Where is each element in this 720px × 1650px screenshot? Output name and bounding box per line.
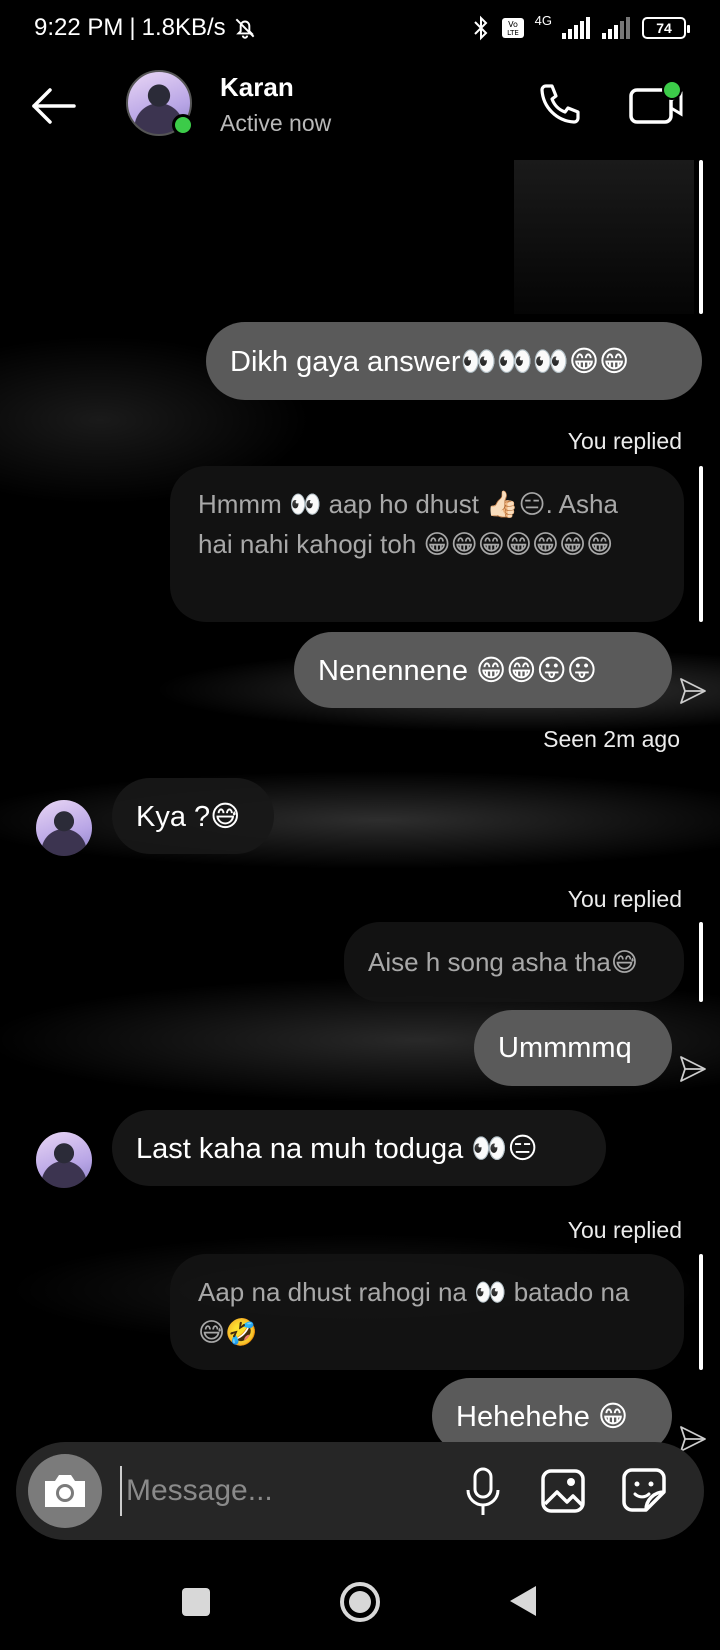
bluetooth-icon <box>473 15 488 41</box>
status-left: 9:22 PM | 1.8KB/s <box>34 14 258 42</box>
contact-status: Active now <box>220 110 332 136</box>
sent-message[interactable]: Ummmmq <box>474 1010 672 1086</box>
contact-name[interactable]: Karan <box>220 72 294 103</box>
sent-message[interactable]: Dikh gaya answer👀👀👀😁😁 <box>206 322 702 400</box>
nav-back-icon[interactable] <box>508 1584 538 1618</box>
you-replied-label: You replied <box>567 428 682 454</box>
contact-avatar[interactable] <box>126 70 194 136</box>
status-separator: | <box>129 14 136 41</box>
reply-indicator-bar <box>699 1254 703 1370</box>
phone-icon[interactable] <box>536 80 584 128</box>
volte-icon: Vo LTE <box>501 18 524 38</box>
seen-status: Seen 2m ago <box>543 726 680 752</box>
network-speed: 1.8KB/s <box>141 14 226 41</box>
reply-quote[interactable]: Aise h song asha tha😅 <box>344 922 684 1002</box>
status-right: Vo LTE 4G 74 <box>471 12 690 41</box>
shared-image[interactable] <box>514 160 694 314</box>
sent-message[interactable]: Nenennene 😁😁😛😛 <box>294 632 672 708</box>
status-time: 9:22 PM <box>34 14 124 41</box>
battery-icon: 74 <box>642 17 690 39</box>
gallery-icon[interactable] <box>540 1468 586 1514</box>
svg-text:LTE: LTE <box>507 29 519 37</box>
sent-status-icon <box>680 1056 706 1082</box>
reply-indicator-bar <box>699 922 703 1002</box>
back-arrow-icon[interactable] <box>30 84 78 128</box>
signal-icon-2 <box>602 17 630 39</box>
signal-icon-1 <box>562 17 590 39</box>
svg-text:Vo: Vo <box>508 20 518 29</box>
recents-button[interactable] <box>182 1588 210 1616</box>
camera-button[interactable] <box>28 1454 102 1528</box>
received-message[interactable]: Last kaha na muh toduga 👀😑 <box>112 1110 606 1186</box>
camera-icon <box>45 1475 85 1507</box>
video-call-icon[interactable] <box>628 80 684 128</box>
sender-avatar[interactable] <box>36 1132 92 1188</box>
bell-muted-icon <box>235 18 255 39</box>
online-indicator <box>172 114 194 136</box>
sent-status-icon <box>680 678 706 704</box>
you-replied-label: You replied <box>567 1217 682 1243</box>
received-message[interactable]: Kya ?😅 <box>112 778 274 854</box>
microphone-icon[interactable] <box>462 1466 504 1518</box>
sticker-icon[interactable] <box>620 1466 668 1514</box>
you-replied-label: You replied <box>567 886 682 912</box>
chat-header: Karan Active now <box>0 62 720 150</box>
message-composer <box>16 1442 704 1540</box>
network-type: 4G <box>534 12 552 28</box>
reply-indicator-bar <box>699 466 703 622</box>
message-input[interactable] <box>120 1466 450 1516</box>
reply-quote[interactable]: Hmmm 👀 aap ho dhust 👍🏻😑. Asha hai nahi k… <box>170 466 684 622</box>
status-bar: 9:22 PM | 1.8KB/s Vo LTE 4G 74 <box>0 0 720 56</box>
home-button[interactable] <box>340 1582 380 1622</box>
reply-indicator-bar <box>699 160 703 314</box>
sender-avatar[interactable] <box>36 800 92 856</box>
reply-quote[interactable]: Aap na dhust rahogi na 👀 batado na 😅🤣 <box>170 1254 684 1370</box>
